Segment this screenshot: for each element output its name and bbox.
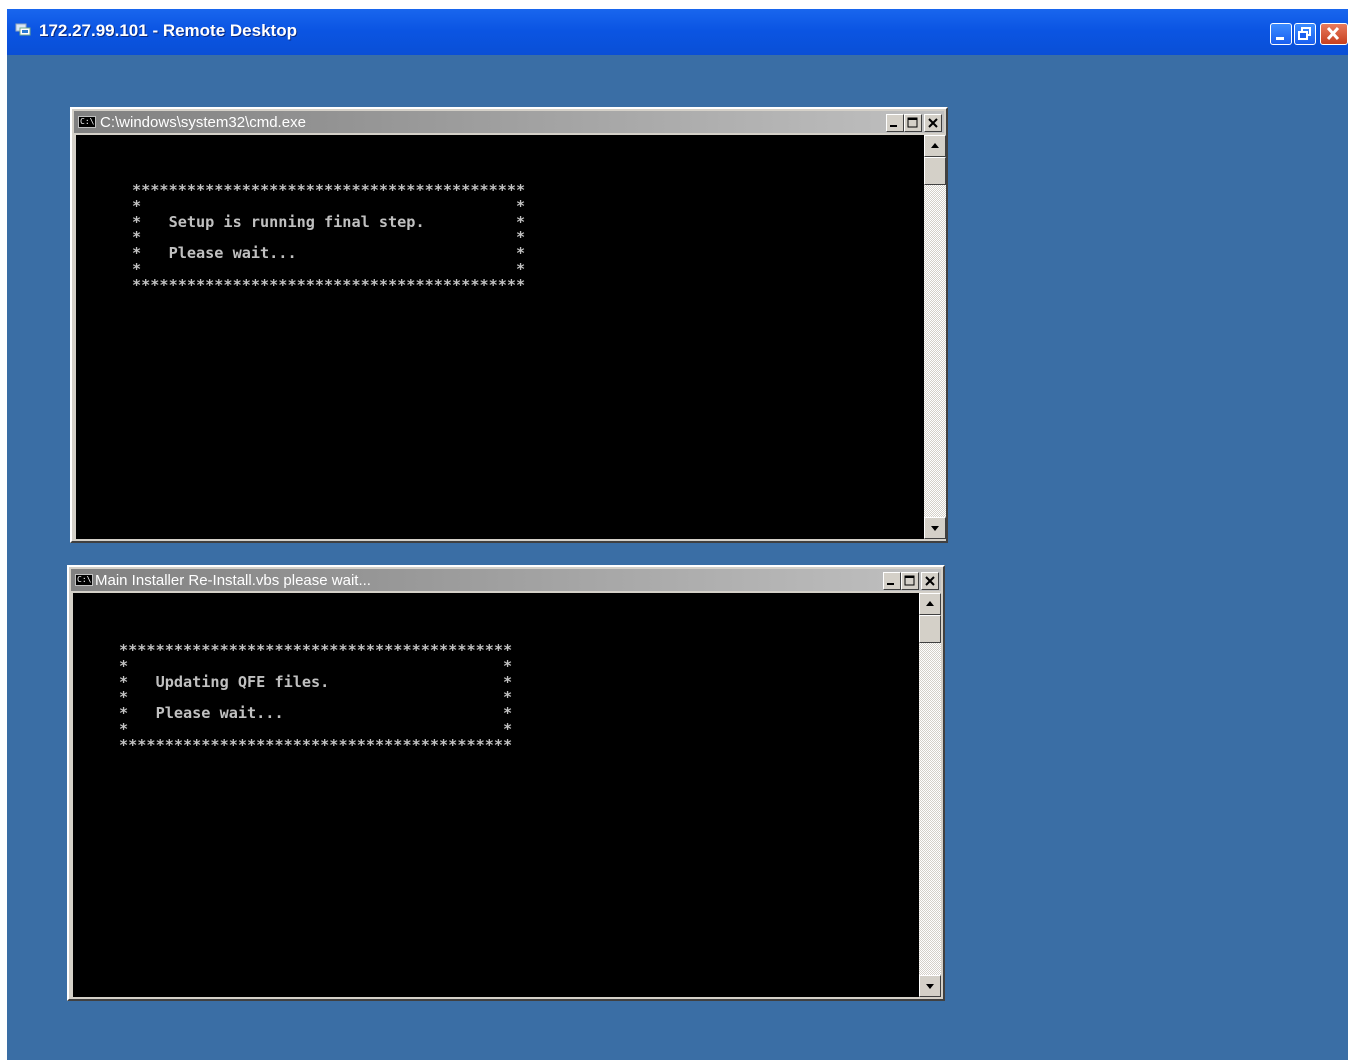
arrow-down-icon (926, 984, 934, 989)
restore-icon (1298, 27, 1311, 40)
installer-window-titlebar[interactable]: C:\ Main Installer Re-Install.vbs please… (71, 569, 941, 591)
close-button[interactable] (1320, 23, 1348, 45)
console-icon: C:\ (75, 574, 93, 586)
arrow-down-icon (931, 526, 939, 531)
installer-close-button[interactable] (921, 572, 939, 590)
arrow-up-icon (926, 601, 934, 606)
remote-desktop-icon (15, 23, 31, 36)
console-output-area: ****************************************… (73, 593, 919, 997)
installer-maximize-button[interactable] (901, 572, 919, 590)
console-output-area: ****************************************… (76, 135, 924, 539)
vertical-scrollbar[interactable] (919, 593, 941, 997)
scroll-thumb[interactable] (919, 615, 941, 643)
installer-minimize-button[interactable] (883, 572, 901, 590)
arrow-up-icon (931, 143, 939, 148)
cmd-maximize-button[interactable] (904, 114, 922, 132)
remote-desktop-titlebar[interactable]: 172.27.99.101 - Remote Desktop (7, 9, 1348, 55)
restore-button[interactable] (1294, 23, 1316, 45)
console-text: ****************************************… (132, 181, 526, 294)
console-icon: C:\ (78, 116, 96, 128)
console-text: ****************************************… (119, 641, 513, 754)
cmd-close-button[interactable] (924, 114, 942, 132)
installer-window[interactable]: C:\ Main Installer Re-Install.vbs please… (67, 565, 945, 1001)
minimize-icon (1276, 37, 1284, 40)
maximize-icon (907, 117, 918, 128)
scroll-up-button[interactable] (924, 135, 946, 157)
minimize-icon (887, 583, 894, 585)
cmd-window-title: C:\windows\system32\cmd.exe (100, 114, 306, 131)
maximize-icon (904, 575, 915, 586)
scroll-up-button[interactable] (919, 593, 941, 615)
minimize-button[interactable] (1270, 23, 1292, 45)
vertical-scrollbar[interactable] (924, 135, 946, 539)
cmd-window-titlebar[interactable]: C:\ C:\windows\system32\cmd.exe (74, 111, 944, 133)
cmd-minimize-button[interactable] (886, 114, 904, 132)
minimize-icon (890, 125, 897, 127)
remote-desktop-title: 172.27.99.101 - Remote Desktop (39, 21, 297, 40)
cmd-window[interactable]: C:\ C:\windows\system32\cmd.exe ********… (70, 107, 948, 543)
close-icon (928, 118, 938, 128)
remote-desktop-window: 172.27.99.101 - Remote Desktop C:\ C:\wi… (7, 9, 1348, 1060)
close-icon (925, 576, 935, 586)
close-icon (1326, 26, 1340, 41)
scroll-thumb[interactable] (924, 157, 946, 185)
scroll-down-button[interactable] (924, 517, 946, 539)
scroll-down-button[interactable] (919, 975, 941, 997)
installer-window-title: Main Installer Re-Install.vbs please wai… (95, 572, 371, 589)
